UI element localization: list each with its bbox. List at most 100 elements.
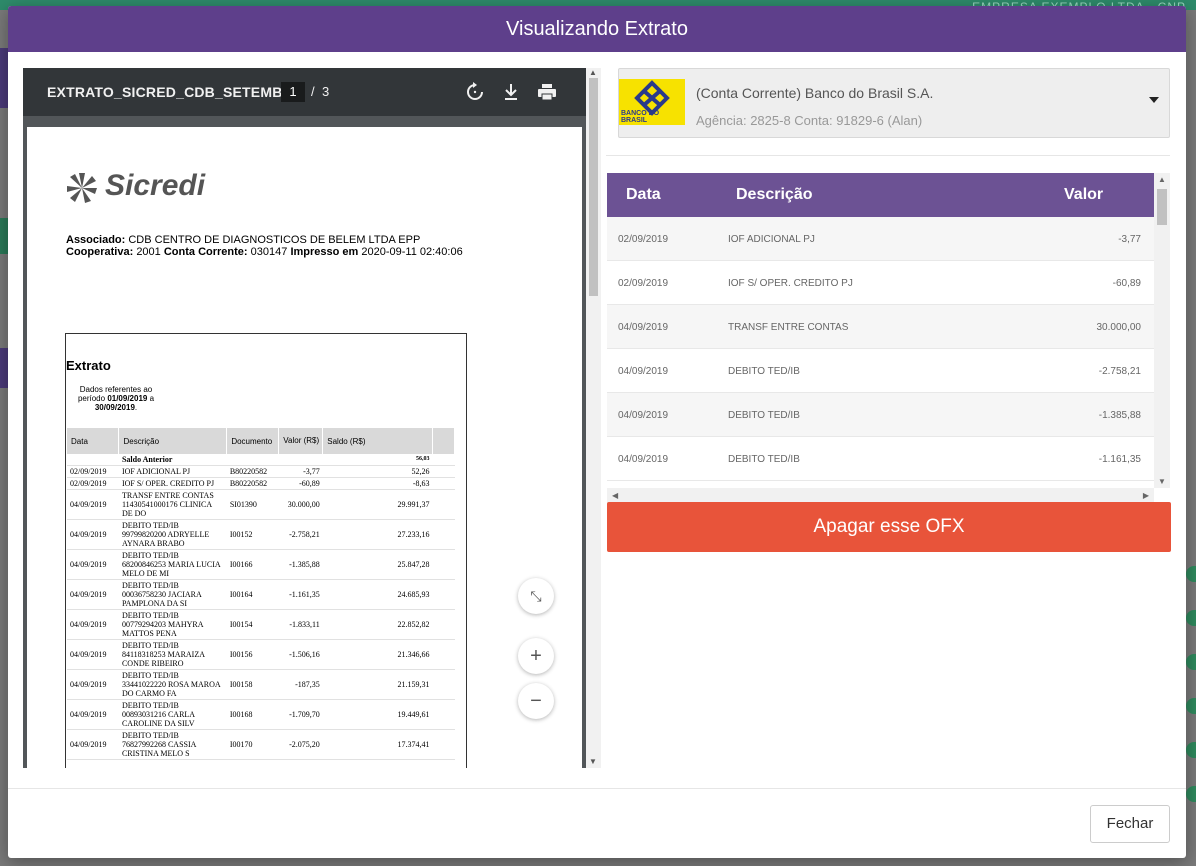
table-cell: IOF ADICIONAL PJ	[118, 465, 227, 478]
transactions-body: 02/09/2019 IOF ADICIONAL PJ -3,77 02/09/201…	[607, 217, 1154, 481]
table-row: 04/09/2019 TRANSF ENTRE CONTAS 1143054100…	[67, 489, 455, 520]
table-cell: B80220582	[226, 477, 279, 490]
table-cell	[432, 669, 455, 700]
transaction-row[interactable]: 04/09/2019 DEBITO TED/IB -1.161,35	[607, 437, 1154, 481]
table-cell: DEBITO TED/IB 99799820200 ADRYELLE AYNAR…	[118, 519, 227, 550]
transaction-description: DEBITO TED/IB	[728, 410, 800, 421]
scroll-up-icon[interactable]: ▲	[1158, 175, 1166, 184]
table-cell: DEBITO TED/IB 00893031216 CARLA CAROLINE…	[118, 699, 227, 730]
sicredi-logo-icon	[67, 173, 97, 203]
pdf-toolbar: EXTRATO_SICRED_CDB_SETEMBR... 1 / 3	[23, 68, 586, 116]
table-cell: 29.991,37	[322, 489, 433, 520]
table-row: 04/09/2019 DEBITO TED/IB 33441022220 ROSA…	[67, 669, 455, 700]
divider	[606, 155, 1170, 156]
table-cell: 27.233,16	[322, 519, 433, 550]
download-icon[interactable]	[500, 81, 522, 103]
background-eye-icon	[1186, 742, 1196, 758]
transaction-date: 04/09/2019	[618, 454, 669, 465]
background-eye-icon	[1186, 786, 1196, 802]
table-row: 04/09/2019 DEBITO TED/IB 00779294203 MAHY…	[67, 609, 455, 640]
statement-box: Extrato Dados referentes ao período 01/0…	[65, 333, 467, 768]
statement-period: Dados referentes ao período 01/09/2019 a…	[77, 385, 155, 412]
close-button[interactable]: Fechar	[1090, 805, 1170, 843]
transaction-row[interactable]: 04/09/2019 TRANSF ENTRE CONTAS 30.000,00	[607, 305, 1154, 349]
transaction-row[interactable]: 02/09/2019 IOF S/ OPER. CREDITO PJ -60,89	[607, 261, 1154, 305]
table-row: 04/09/2019 DEBITO TED/IB 00036758230 JACI…	[67, 579, 455, 610]
pdf-page: Sicredi Associado: CDB CENTRO DE DIAGNOS…	[27, 127, 582, 768]
print-icon[interactable]	[536, 81, 558, 103]
chevron-down-icon[interactable]	[1149, 97, 1159, 103]
table-cell: DEBITO TED/IB 76827992268 CASSIA CRISTIN…	[118, 729, 227, 760]
pdf-scroll-thumb[interactable]	[589, 78, 598, 296]
bank-details: Agência: 2825-8 Conta: 91829-6 (Alan)	[696, 113, 923, 128]
zoom-in-button[interactable]: +	[518, 638, 554, 674]
table-cell: -1.385,88	[278, 549, 323, 580]
scroll-down-icon[interactable]: ▼	[589, 757, 597, 766]
delete-ofx-button[interactable]: Apagar esse OFX	[607, 502, 1171, 552]
pdf-scrollbar[interactable]: ▲ ▼	[586, 68, 601, 768]
modal-title: Visualizando Extrato	[8, 6, 1186, 52]
col-header: Valor (R$)	[278, 428, 324, 454]
scroll-down-icon[interactable]: ▼	[1158, 477, 1166, 486]
scroll-up-icon[interactable]: ▲	[589, 68, 597, 77]
zoom-out-button[interactable]: −	[518, 683, 554, 719]
table-cell: DEBITO TED/IB 00036758230 JACIARA PAMPLO…	[118, 579, 227, 610]
pdf-page-separator: /	[311, 84, 315, 99]
background-eye-icon	[1186, 610, 1196, 626]
table-cell: I00164	[226, 579, 279, 610]
associado-value: CDB CENTRO DE DIAGNOSTICOS DE BELEM LTDA…	[128, 234, 421, 246]
transaction-value: 30.000,00	[1096, 322, 1142, 333]
period-end: 30/09/2019	[94, 403, 135, 412]
table-cell: 04/09/2019	[67, 699, 119, 730]
zoom-fit-button[interactable]: ⤡	[518, 578, 554, 614]
scroll-right-icon[interactable]: ▶	[1143, 491, 1149, 500]
table-row: 04/09/2019 DEBITO TED/IB 76827992268 CASS…	[67, 729, 455, 760]
transaction-description: IOF S/ OPER. CREDITO PJ	[728, 278, 853, 289]
table-cell: 04/09/2019	[67, 489, 119, 520]
table-cell: -8,63	[322, 477, 433, 490]
pdf-page-input[interactable]: 1	[281, 82, 305, 102]
account-select[interactable]: BANCO DO BRASIL (Conta Corrente) Banco d…	[618, 68, 1170, 138]
transaction-description: IOF ADICIONAL PJ	[728, 234, 815, 245]
col-header: Documento	[226, 428, 280, 454]
transaction-value: -1.385,88	[1098, 410, 1141, 421]
transaction-row[interactable]: 04/09/2019 DEBITO TED/IB -2.758,21	[607, 349, 1154, 393]
transactions-vscroll[interactable]: ▲ ▼	[1154, 173, 1170, 488]
transaction-row[interactable]: 04/09/2019 DEBITO TED/IB -1.385,88	[607, 393, 1154, 437]
table-cell: -60,89	[278, 477, 323, 490]
background-left-edge	[0, 48, 8, 108]
transaction-date: 04/09/2019	[618, 322, 669, 333]
table-cell: I00156	[226, 639, 279, 670]
table-cell: B80220582	[226, 465, 279, 478]
table-cell: I00154	[226, 609, 279, 640]
background-eye-icon	[1186, 654, 1196, 670]
saldo-anterior-label: Saldo Anterior	[118, 454, 227, 466]
period-start: 01/09/2019	[107, 394, 148, 403]
table-cell: IOF S/ OPER. CREDITO PJ	[118, 477, 227, 490]
rotate-icon[interactable]	[464, 81, 486, 103]
table-cell: -1.833,11	[278, 609, 323, 640]
table-row: 04/09/2019 DEBITO TED/IB 99799820200 ADRY…	[67, 519, 455, 550]
transaction-row[interactable]: 02/09/2019 IOF ADICIONAL PJ -3,77	[607, 217, 1154, 261]
table-cell: DEBITO TED/IB 33441022220 ROSA MAROA DO …	[118, 669, 227, 700]
table-cell: 02/09/2019	[67, 465, 119, 478]
table-cell: 21.346,66	[322, 639, 433, 670]
transactions-vscroll-thumb[interactable]	[1157, 189, 1167, 225]
transaction-value: -3,77	[1118, 234, 1141, 245]
table-cell	[432, 639, 455, 670]
pdf-page-total: 3	[322, 84, 330, 99]
transaction-description: TRANSF ENTRE CONTAS	[728, 322, 849, 333]
table-row: 02/09/2019 IOF S/ OPER. CREDITO PJ B802205…	[67, 477, 455, 490]
background-eye-icon	[1186, 698, 1196, 714]
background-eye-icon	[1186, 566, 1196, 582]
statement-title: Extrato	[66, 358, 111, 373]
table-cell: 52,26	[322, 465, 433, 478]
scroll-left-icon[interactable]: ◀	[612, 491, 618, 500]
col-value-header: Valor	[1064, 186, 1104, 203]
sicredi-logo: Sicredi	[65, 169, 215, 209]
transaction-value: -1.161,35	[1098, 454, 1141, 465]
transactions-hscroll[interactable]: ◀ ▶	[607, 488, 1154, 503]
table-cell: 21.159,31	[322, 669, 433, 700]
table-cell: -1.506,16	[278, 639, 323, 670]
table-cell: I00158	[226, 669, 279, 700]
